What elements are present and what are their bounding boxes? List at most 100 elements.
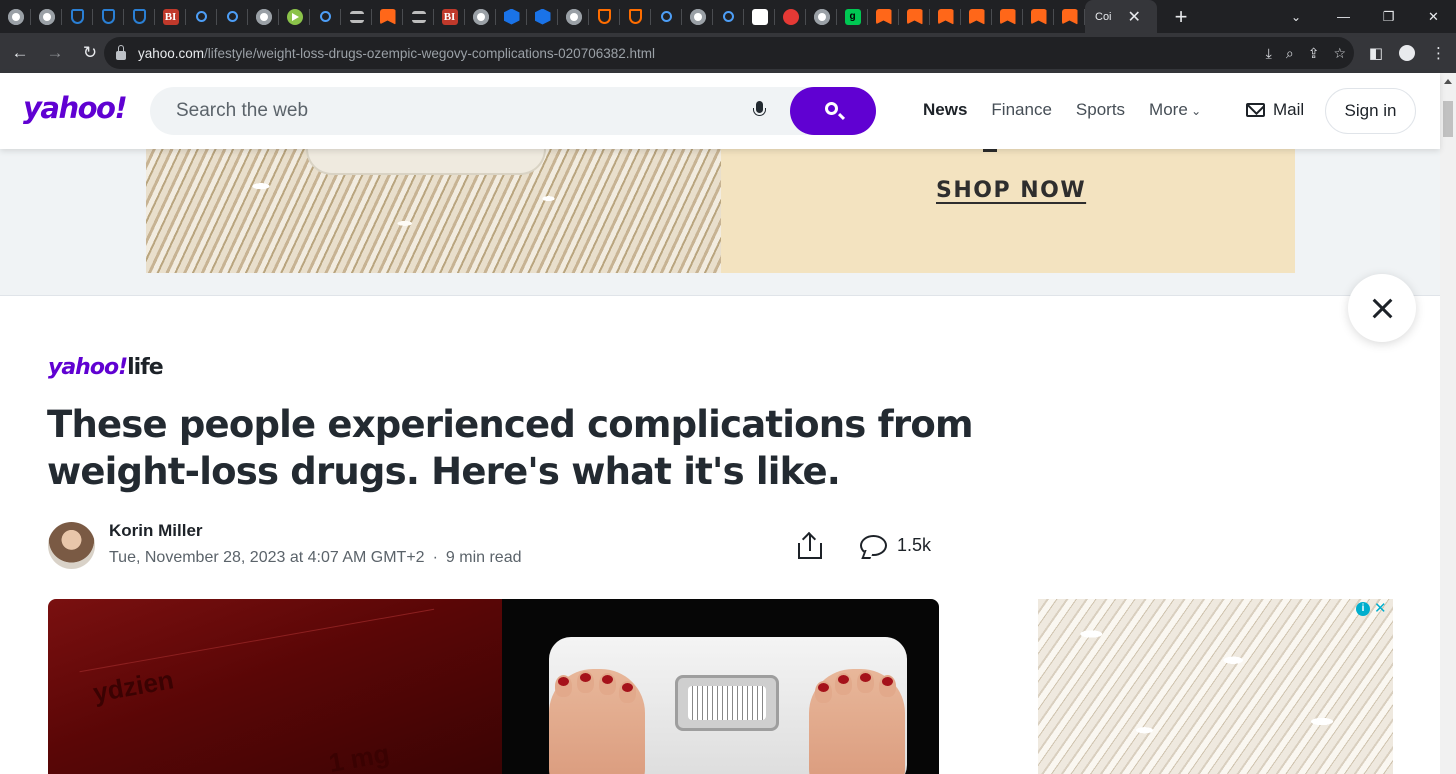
browser-tab[interactable] bbox=[403, 0, 434, 33]
profile-avatar-icon[interactable] bbox=[1399, 45, 1415, 61]
globe-icon bbox=[38, 8, 55, 25]
author-name[interactable]: Korin Miller bbox=[109, 521, 203, 541]
browser-tab[interactable] bbox=[124, 0, 155, 33]
browser-tab[interactable] bbox=[558, 0, 589, 33]
browser-tab[interactable] bbox=[310, 0, 341, 33]
lock-icon[interactable] bbox=[116, 44, 126, 60]
banner-ad-image[interactable] bbox=[146, 149, 721, 273]
close-ad-button[interactable] bbox=[1348, 274, 1416, 342]
toe bbox=[835, 673, 852, 695]
browser-tab[interactable] bbox=[744, 0, 775, 33]
browser-tab[interactable]: BI bbox=[434, 0, 465, 33]
page-scrollbar[interactable] bbox=[1440, 73, 1456, 774]
yahoo-life-logo[interactable]: yahoo!life bbox=[48, 355, 164, 380]
globe-icon bbox=[472, 8, 489, 25]
active-tab[interactable]: Coi ✕ bbox=[1085, 0, 1157, 33]
browser-tab[interactable] bbox=[186, 0, 217, 33]
article-hero-image[interactable]: ydzien 1 mg bbox=[48, 599, 939, 774]
nav-finance[interactable]: Finance bbox=[991, 100, 1051, 120]
ad-close-icon[interactable]: ✕ bbox=[1374, 601, 1387, 616]
sign-in-button[interactable]: Sign in bbox=[1325, 88, 1416, 134]
substack-icon bbox=[875, 8, 892, 25]
tab-search-icon[interactable]: ⌄ bbox=[1271, 10, 1321, 24]
author-avatar[interactable] bbox=[48, 522, 95, 569]
nav-news[interactable]: News bbox=[923, 100, 967, 120]
mail-link[interactable]: Mail bbox=[1246, 100, 1304, 120]
browser-tab[interactable] bbox=[651, 0, 682, 33]
scroll-up-arrow-icon[interactable] bbox=[1444, 79, 1452, 84]
share-page-icon[interactable]: ⇪ bbox=[1308, 45, 1320, 62]
window-controls: ⌄ — ❐ ✕ bbox=[1271, 0, 1456, 33]
browser-tab[interactable] bbox=[496, 0, 527, 33]
browser-tab[interactable] bbox=[31, 0, 62, 33]
install-app-icon[interactable]: ⤓ bbox=[1266, 45, 1272, 62]
search-icon bbox=[723, 11, 734, 22]
banner-ad-panel[interactable] bbox=[721, 149, 1295, 273]
search-input[interactable] bbox=[176, 99, 736, 123]
yahoo-logo[interactable]: yahoo! bbox=[23, 91, 128, 125]
browser-tab[interactable] bbox=[806, 0, 837, 33]
browser-tab[interactable] bbox=[961, 0, 992, 33]
browser-tab[interactable] bbox=[0, 0, 31, 33]
yahoo-header: yahoo! News Finance Sports More Mail Sig… bbox=[0, 73, 1440, 149]
browser-tab[interactable] bbox=[341, 0, 372, 33]
restore-button[interactable]: ❐ bbox=[1366, 9, 1411, 25]
browser-toolbar: ← → ↻ yahoo.com/lifestyle/weight-loss-dr… bbox=[0, 33, 1456, 73]
share-button[interactable] bbox=[797, 531, 825, 560]
browser-tab-strip: BI BI g Coi ✕ + ⌄ — ❐ ✕ bbox=[0, 0, 1456, 33]
browser-tab[interactable] bbox=[527, 0, 558, 33]
browser-tab[interactable] bbox=[713, 0, 744, 33]
browser-tab[interactable] bbox=[899, 0, 930, 33]
chrome-menu-icon[interactable]: ⋮ bbox=[1431, 44, 1446, 62]
microphone-icon[interactable] bbox=[753, 101, 766, 121]
browser-tab[interactable] bbox=[1054, 0, 1085, 33]
red-location-icon bbox=[782, 8, 799, 25]
shield-icon bbox=[102, 9, 115, 24]
browser-tab[interactable] bbox=[93, 0, 124, 33]
browser-tab[interactable] bbox=[248, 0, 279, 33]
browser-tab[interactable] bbox=[217, 0, 248, 33]
browser-tab[interactable] bbox=[775, 0, 806, 33]
browser-tab[interactable] bbox=[62, 0, 93, 33]
minimize-button[interactable]: — bbox=[1321, 9, 1366, 24]
comments-button[interactable]: 1.5k bbox=[860, 535, 931, 556]
browser-tab[interactable] bbox=[372, 0, 403, 33]
browser-tab[interactable] bbox=[1023, 0, 1054, 33]
zoom-icon[interactable]: ⌕ bbox=[1286, 45, 1294, 62]
bars-icon bbox=[411, 10, 426, 23]
back-button[interactable]: ← bbox=[5, 43, 35, 63]
browser-tab[interactable] bbox=[589, 0, 620, 33]
toe bbox=[555, 675, 572, 697]
nav-sports[interactable]: Sports bbox=[1076, 100, 1125, 120]
sidebar-ad-image[interactable] bbox=[1038, 599, 1393, 774]
browser-tab[interactable] bbox=[868, 0, 899, 33]
forward-button[interactable]: → bbox=[40, 43, 70, 63]
toe bbox=[599, 673, 616, 695]
globe-icon bbox=[255, 8, 272, 25]
substack-icon bbox=[968, 8, 985, 25]
comment-bubble-icon bbox=[860, 535, 887, 556]
bookmark-star-icon[interactable]: ☆ bbox=[1333, 45, 1346, 62]
browser-tab[interactable] bbox=[465, 0, 496, 33]
browser-tab[interactable] bbox=[279, 0, 310, 33]
browser-tab[interactable] bbox=[992, 0, 1023, 33]
browser-tab[interactable] bbox=[930, 0, 961, 33]
document-icon bbox=[751, 8, 768, 25]
browser-tab[interactable] bbox=[682, 0, 713, 33]
nav-more[interactable]: More bbox=[1149, 100, 1201, 120]
browser-tab[interactable] bbox=[620, 0, 651, 33]
close-tab-icon[interactable]: ✕ bbox=[1128, 7, 1141, 27]
ad-info-icon[interactable]: i bbox=[1356, 602, 1370, 616]
browser-tab[interactable]: BI bbox=[155, 0, 186, 33]
shop-now-link[interactable]: SHOP NOW bbox=[936, 178, 1086, 203]
close-window-button[interactable]: ✕ bbox=[1411, 9, 1456, 25]
address-bar[interactable]: yahoo.com/lifestyle/weight-loss-drugs-oz… bbox=[104, 37, 1354, 69]
scrollbar-thumb[interactable] bbox=[1443, 101, 1453, 137]
ad-choices[interactable]: i ✕ bbox=[1356, 601, 1387, 616]
url-text[interactable]: yahoo.com/lifestyle/weight-loss-drugs-oz… bbox=[138, 46, 655, 61]
new-tab-button[interactable]: + bbox=[1169, 4, 1193, 30]
browser-tab[interactable]: g bbox=[837, 0, 868, 33]
side-panel-icon[interactable]: ◧ bbox=[1369, 44, 1383, 62]
reload-button[interactable]: ↻ bbox=[75, 43, 105, 63]
search-button[interactable] bbox=[790, 87, 876, 135]
